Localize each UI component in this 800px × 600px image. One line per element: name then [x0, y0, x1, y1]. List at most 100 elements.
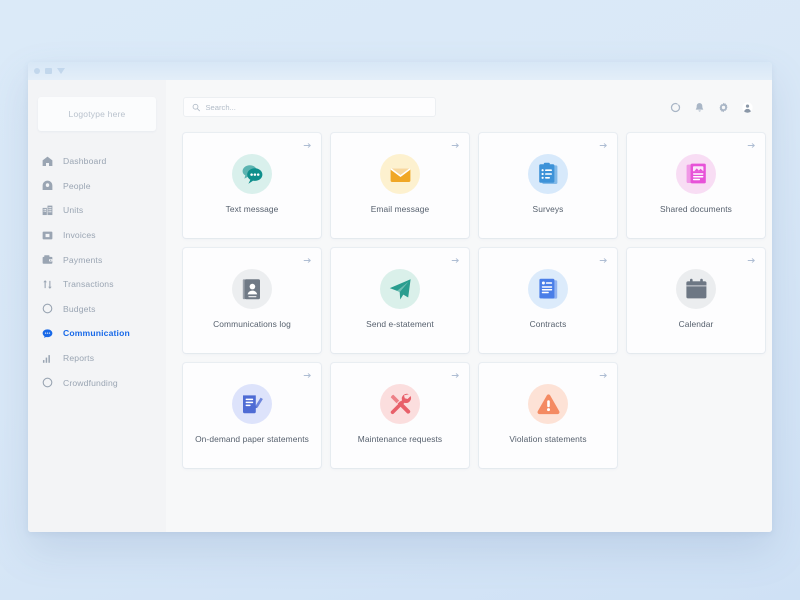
card-on-demand-paper-statements[interactable]: On-demand paper statements [183, 363, 321, 468]
card-communications-log[interactable]: Communications log [183, 248, 321, 353]
arrow-right-icon[interactable] [451, 256, 460, 265]
card-text-message[interactable]: Text message [183, 133, 321, 238]
card-label: Surveys [532, 204, 564, 214]
arrow-right-icon[interactable] [303, 371, 312, 380]
card-icon-badge [676, 154, 716, 194]
card-label: On-demand paper statements [195, 434, 309, 444]
card-label: Text message [225, 204, 279, 214]
card-label: Shared documents [660, 204, 732, 214]
app-window: Logotype here Dashboard People Units Invoic… [28, 62, 772, 532]
clipboard-list-icon [538, 162, 557, 184]
card-icon-badge [232, 384, 272, 424]
arrow-right-icon[interactable] [303, 256, 312, 265]
card-icon-badge [380, 154, 420, 194]
card-label: Send e-statement [366, 319, 434, 329]
coin-icon [42, 377, 53, 388]
logo-placeholder[interactable]: Logotype here [38, 97, 156, 131]
search-icon [192, 103, 200, 111]
sidebar-item-label: People [63, 180, 91, 191]
sidebar-item-payments[interactable]: Payments [28, 247, 166, 272]
card-email-message[interactable]: Email message [331, 133, 469, 238]
arrow-right-icon[interactable] [303, 141, 312, 150]
warning-triangle-icon [536, 393, 560, 414]
sidebar-item-budgets[interactable]: Budgets [28, 297, 166, 322]
sidebar-item-communication[interactable]: Communication [28, 321, 166, 346]
card-icon-badge [528, 154, 568, 194]
sync-icon[interactable] [669, 101, 682, 114]
square-icon[interactable] [45, 68, 52, 74]
contract-doc-icon [538, 278, 557, 299]
card-icon-badge [232, 269, 272, 309]
arrow-right-icon[interactable] [747, 256, 756, 265]
feature-card-grid: Text message Email message Surveys Shared d… [183, 133, 765, 468]
card-label: Violation statements [509, 434, 587, 444]
building-icon [42, 205, 53, 216]
card-calendar[interactable]: Calendar [627, 248, 765, 353]
sidebar-item-transactions[interactable]: Transactions [28, 272, 166, 297]
documents-icon [686, 163, 706, 183]
transfer-icon [43, 279, 52, 289]
sidebar-item-crowdfunding[interactable]: Crowdfunding [28, 370, 166, 395]
arrow-right-icon[interactable] [451, 371, 460, 380]
arrow-right-icon[interactable] [599, 141, 608, 150]
card-send-e-statement[interactable]: Send e-statement [331, 248, 469, 353]
arrow-right-icon[interactable] [599, 256, 608, 265]
card-maintenance-requests[interactable]: Maintenance requests [331, 363, 469, 468]
gear-icon[interactable] [717, 101, 730, 114]
card-icon-badge [528, 384, 568, 424]
paper-plane-icon [389, 278, 411, 299]
search-input[interactable] [205, 102, 427, 112]
card-label: Contracts [529, 319, 567, 329]
topbar [183, 97, 754, 117]
sidebar-item-label: Invoices [63, 230, 96, 241]
search-box[interactable] [183, 97, 436, 117]
sidebar-item-label: Transactions [63, 279, 114, 290]
card-icon-badge [676, 269, 716, 309]
card-icon-badge [380, 384, 420, 424]
main-content: Text message Email message Surveys Shared d… [166, 80, 772, 532]
sidebar-item-label: Payments [63, 254, 103, 265]
sidebar-item-units[interactable]: Units [28, 198, 166, 223]
triangle-icon[interactable] [57, 68, 65, 74]
sidebar-item-label: Crowdfunding [63, 377, 118, 388]
avatar-icon[interactable] [741, 101, 754, 114]
tools-icon [390, 393, 411, 414]
note-pencil-icon [242, 394, 263, 413]
card-contracts[interactable]: Contracts [479, 248, 617, 353]
card-icon-badge [528, 269, 568, 309]
calendar-icon [685, 278, 706, 298]
sidebar-item-label: Dashboard [63, 156, 107, 167]
sidebar-item-reports[interactable]: Reports [28, 346, 166, 371]
arrow-right-icon[interactable] [451, 141, 460, 150]
card-surveys[interactable]: Surveys [479, 133, 617, 238]
home-icon [42, 156, 53, 166]
person-icon [42, 181, 53, 191]
sidebar-item-label: Units [63, 205, 84, 216]
sidebar-item-dashboard[interactable]: Dashboard [28, 149, 166, 174]
card-label: Calendar [678, 319, 714, 329]
arrow-right-icon[interactable] [747, 141, 756, 150]
logo-text: Logotype here [68, 109, 126, 119]
contact-book-icon [242, 278, 260, 299]
sidebar-item-invoices[interactable]: Invoices [28, 223, 166, 248]
card-icon-badge [380, 269, 420, 309]
bell-icon[interactable] [693, 101, 706, 114]
card-label: Communications log [213, 319, 291, 329]
sidebar-item-label: Reports [63, 353, 95, 364]
card-icon-badge [232, 154, 272, 194]
sidebar-item-label: Budgets [63, 303, 96, 314]
card-label: Maintenance requests [357, 434, 443, 444]
card-shared-documents[interactable]: Shared documents [627, 133, 765, 238]
arrow-right-icon[interactable] [599, 371, 608, 380]
card-violation-statements[interactable]: Violation statements [479, 363, 617, 468]
sidebar-item-people[interactable]: People [28, 174, 166, 199]
bar-chart-icon [42, 354, 50, 363]
sidebar-item-label: Communication [63, 328, 130, 339]
circle-dot-icon[interactable] [34, 68, 40, 74]
envelope-icon [390, 167, 410, 182]
invoice-icon [42, 231, 53, 239]
wallet-icon [42, 255, 53, 264]
topbar-icons [669, 101, 754, 114]
circle-icon [42, 304, 53, 314]
window-titlebar [28, 62, 772, 80]
